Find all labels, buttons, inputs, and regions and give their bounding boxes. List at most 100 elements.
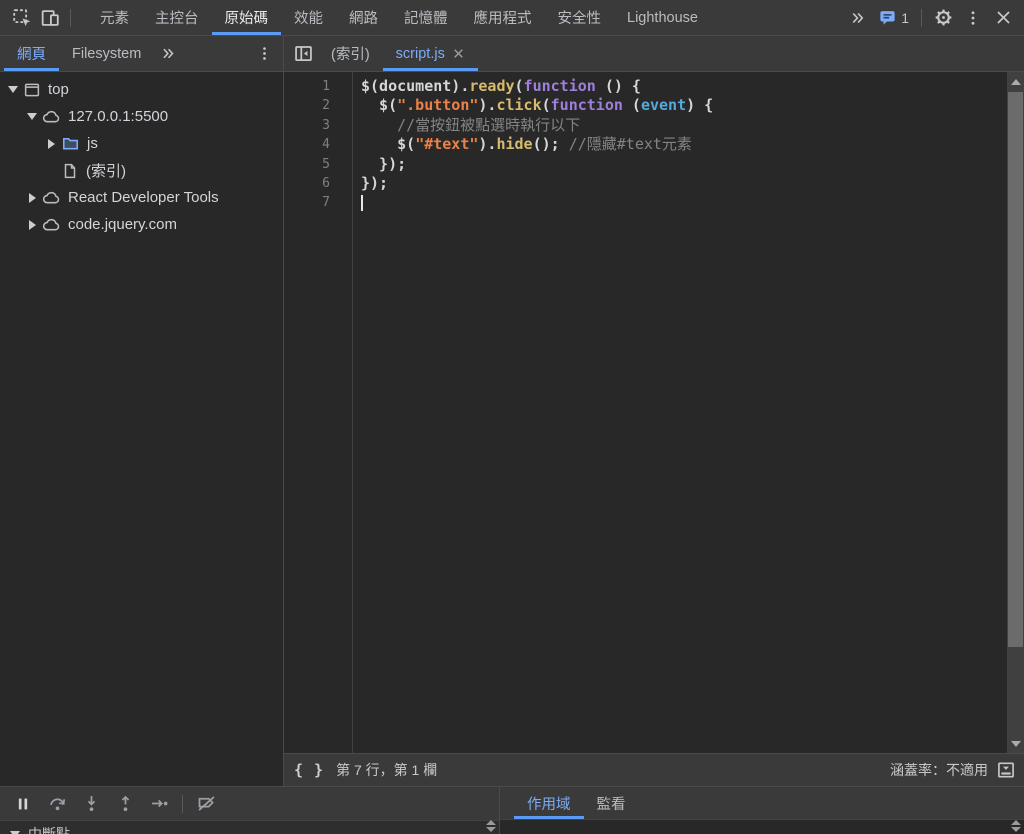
- line-number[interactable]: 7: [284, 193, 330, 212]
- debugger-right-pane: 作用域 監看: [500, 787, 1024, 834]
- tree-item-label: top: [48, 81, 69, 98]
- main-tab-memory-label: 記憶體: [404, 11, 448, 27]
- pause-icon[interactable]: [6, 790, 40, 818]
- editor-tab-index[interactable]: (索引): [318, 36, 383, 71]
- nav-tab-filesystem-label: Filesystem: [72, 45, 142, 62]
- issues-count: 1: [901, 9, 909, 26]
- editor-scrollbar[interactable]: [1007, 72, 1024, 753]
- step-icon[interactable]: [142, 790, 176, 818]
- tree-item-top[interactable]: top: [0, 76, 283, 103]
- kebab-menu-icon[interactable]: [958, 5, 988, 31]
- main-tab-console[interactable]: 主控台: [142, 0, 212, 35]
- code-line-2[interactable]: $(".button").click(function (event) {: [361, 96, 1024, 115]
- breakpoints-section-header[interactable]: 中斷點: [0, 821, 499, 834]
- code-line-4[interactable]: $("#text").hide(); //隱藏#text元素: [361, 135, 1024, 154]
- toolbar-right: 1: [842, 0, 1024, 35]
- issues-button[interactable]: 1: [872, 5, 915, 31]
- scroll-down-icon[interactable]: [1007, 735, 1024, 752]
- code-line-1[interactable]: $(document).ready(function () {: [361, 77, 1024, 96]
- scroll-down-icon: [1011, 827, 1021, 832]
- code-line-3[interactable]: //當按鈕被點選時執行以下: [361, 116, 1024, 135]
- code-line-7[interactable]: [361, 193, 1024, 212]
- main-tab-sources[interactable]: 原始碼: [211, 0, 282, 35]
- scope-scrollbar[interactable]: [1011, 820, 1021, 832]
- line-number[interactable]: 3: [284, 116, 330, 135]
- more-tabs-icon[interactable]: [842, 5, 872, 31]
- nav-tab-filesystem[interactable]: Filesystem: [59, 36, 154, 71]
- coverage-panel-icon[interactable]: [996, 760, 1016, 780]
- editor-tab-scriptjs[interactable]: script.js: [382, 36, 478, 71]
- main-tab-elements[interactable]: 元素: [87, 0, 142, 35]
- pretty-print-button[interactable]: { }: [294, 761, 324, 779]
- tree-caret-icon[interactable]: [25, 113, 39, 120]
- debugger-tab-watch[interactable]: 監看: [584, 787, 639, 819]
- line-number[interactable]: 1: [284, 77, 330, 96]
- breakpoints-scrollbar[interactable]: [486, 820, 496, 832]
- editor-tab-index-label: (索引): [331, 47, 370, 63]
- token-plain: $(: [361, 135, 416, 154]
- tree-item-js[interactable]: js: [0, 130, 283, 157]
- token-string: "#text": [415, 135, 479, 154]
- debugger-left-pane: 中斷點: [0, 787, 500, 834]
- line-number[interactable]: 4: [284, 135, 330, 154]
- tree-caret-icon[interactable]: [25, 192, 39, 203]
- collapse-navigator-icon[interactable]: [288, 36, 318, 71]
- text-cursor: [361, 194, 363, 211]
- main-tab-security[interactable]: 安全性: [545, 0, 615, 35]
- line-number-gutter: 1234567: [284, 72, 353, 753]
- main-tab-network[interactable]: 網路: [336, 0, 391, 35]
- tree-item-react-developer-tools[interactable]: React Developer Tools: [0, 184, 283, 211]
- tree-caret-icon[interactable]: [44, 138, 58, 149]
- token-func: click: [496, 96, 542, 115]
- tree-caret-icon[interactable]: [6, 86, 20, 93]
- step-out-icon[interactable]: [108, 790, 142, 818]
- tree-item--[interactable]: (索引): [0, 157, 283, 184]
- line-number[interactable]: 2: [284, 96, 330, 115]
- main-tab-network-label: 網路: [349, 11, 378, 27]
- token-plain: ();: [532, 135, 569, 154]
- tree-item-127.0.0.1-5500[interactable]: 127.0.0.1:5500: [0, 103, 283, 130]
- debugger-tab-scope[interactable]: 作用域: [514, 787, 584, 819]
- tree-caret-icon[interactable]: [25, 219, 39, 230]
- line-number[interactable]: 5: [284, 155, 330, 174]
- token-plain: ).: [478, 96, 497, 115]
- cloud-icon: [42, 188, 61, 207]
- nav-tab-page[interactable]: 網頁: [4, 36, 59, 71]
- token-plain: (: [514, 77, 524, 95]
- device-toolbar-icon[interactable]: [36, 5, 64, 31]
- code-line-6[interactable]: });: [361, 174, 1024, 193]
- tree-item-label: React Developer Tools: [68, 189, 219, 206]
- editor-tab-strip: (索引) script.js: [284, 36, 1024, 71]
- close-icon[interactable]: [988, 5, 1018, 31]
- step-over-icon[interactable]: [40, 790, 74, 818]
- inspect-icon[interactable]: [8, 5, 36, 31]
- line-number[interactable]: 6: [284, 174, 330, 193]
- main-tab-console-label: 主控台: [155, 11, 199, 27]
- issues-icon: [880, 11, 895, 25]
- scroll-up-icon[interactable]: [1007, 73, 1024, 90]
- code-line-5[interactable]: });: [361, 155, 1024, 174]
- main-tab-lighthouse[interactable]: Lighthouse: [614, 0, 711, 35]
- toolbar-divider: [182, 794, 183, 813]
- code-area[interactable]: $(document).ready(function () { $(".butt…: [353, 72, 1024, 753]
- main-tab-memory[interactable]: 記憶體: [391, 0, 461, 35]
- token-plain: ) {: [686, 96, 714, 115]
- breakpoints-label: 中斷點: [28, 826, 70, 834]
- editor-pane: 1234567 $(document).ready(function () { …: [284, 72, 1024, 786]
- gear-icon[interactable]: [928, 5, 958, 31]
- navigator-more-tabs-icon[interactable]: [154, 36, 180, 71]
- step-into-icon[interactable]: [74, 790, 108, 818]
- main-tab-application[interactable]: 應用程式: [461, 0, 545, 35]
- tree-item-code.jquery.com[interactable]: code.jquery.com: [0, 211, 283, 238]
- code-editor[interactable]: 1234567 $(document).ready(function () { …: [284, 72, 1024, 753]
- scope-panel: [500, 820, 1024, 834]
- deactivate-breakpoints-icon[interactable]: [189, 790, 223, 818]
- tree-item-label: 127.0.0.1:5500: [68, 108, 169, 125]
- scrollbar-thumb[interactable]: [1008, 92, 1023, 647]
- token-plain: $(document).: [361, 77, 470, 95]
- navigator-kebab-menu-icon[interactable]: [251, 36, 277, 71]
- token-string: ".button": [397, 96, 479, 115]
- close-tab-icon[interactable]: [452, 47, 465, 60]
- main-tab-performance[interactable]: 效能: [281, 0, 336, 35]
- frame-icon: [23, 81, 41, 99]
